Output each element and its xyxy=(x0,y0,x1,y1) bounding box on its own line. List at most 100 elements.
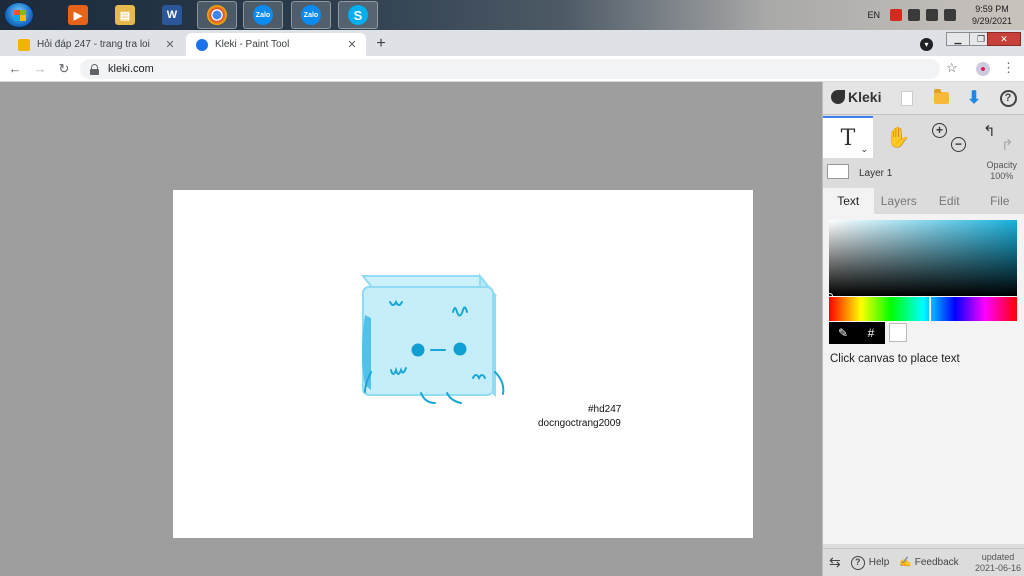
bookmark-star-icon[interactable]: ☆ xyxy=(946,60,958,76)
zoom-out-icon[interactable]: − xyxy=(951,137,966,152)
hoidap-favicon-icon xyxy=(18,38,30,51)
eyedropper-icon[interactable]: ✎ xyxy=(829,322,857,344)
updated-label: updated xyxy=(981,551,1015,562)
download-icon: ⬇ xyxy=(966,88,982,107)
taskbar-file-explorer[interactable]: ▤ xyxy=(105,1,145,29)
clock[interactable]: 9:59 PM 9/29/2021 xyxy=(972,3,1012,27)
footer-feedback-label: Feedback xyxy=(914,557,959,568)
canvas-workspace[interactable]: #hd247 docngoctrang2009 xyxy=(0,82,822,576)
current-layer-row[interactable]: Layer 1 Opacity 100% xyxy=(823,160,1024,186)
url-text: kleki.com xyxy=(108,63,154,75)
battery-icon[interactable] xyxy=(907,9,920,21)
footer-feedback-link[interactable]: ✍ Feedback xyxy=(899,557,958,568)
text-tab-body: ✎ # Click canvas to place text xyxy=(823,214,1024,544)
tab-title: Hỏi đáp 247 - trang tra loi xyxy=(37,39,150,50)
text-tool-icon: T xyxy=(840,125,856,151)
redo-icon[interactable]: ↱ xyxy=(1001,136,1014,154)
zalo-icon: Zalo xyxy=(253,5,273,25)
hand-icon: ✋ xyxy=(885,126,911,149)
extension-icon[interactable] xyxy=(976,62,990,76)
panel-footer: ⇆ ? Help ✍ Feedback updated 2021-06-16 xyxy=(823,548,1024,576)
taskbar-skype[interactable]: S xyxy=(338,1,378,29)
secondary-color-swatch[interactable] xyxy=(889,323,907,342)
history-controls: ↰ ↱ xyxy=(973,116,1023,158)
chrome-icon xyxy=(207,5,227,25)
zoom-controls: + − xyxy=(923,116,973,158)
zoom-in-icon[interactable]: + xyxy=(932,123,947,138)
layer-name: Layer 1 xyxy=(859,168,893,179)
new-tab-button[interactable]: + xyxy=(372,35,390,53)
close-tab-icon[interactable]: ✕ xyxy=(164,38,176,51)
taskbar-zalo[interactable]: Zalo xyxy=(243,1,283,29)
word-icon: W xyxy=(162,5,182,25)
saturation-value-picker[interactable] xyxy=(827,220,1017,299)
zalo-icon: Zalo xyxy=(301,5,321,25)
panel-header: Kleki ⬇ ? xyxy=(823,82,1024,115)
taskbar-zalo-2[interactable]: Zalo xyxy=(291,1,331,29)
text-tool-button[interactable]: T ⌄ xyxy=(823,116,873,158)
kleki-logo[interactable]: Kleki xyxy=(831,89,881,105)
new-document-icon xyxy=(901,90,913,106)
help-icon: ? xyxy=(999,89,1017,107)
text-tool-hint: Click canvas to place text xyxy=(830,353,960,365)
forward-arrow-icon[interactable]: → xyxy=(31,60,49,78)
windows-taskbar: ▶ ▤ W Zalo Zalo S EN 9:59 PM 9/29/2021 xyxy=(0,0,1024,30)
language-indicator[interactable]: EN xyxy=(867,10,880,20)
chevron-down-icon[interactable]: ⌄ xyxy=(860,144,868,155)
hue-slider-handle[interactable] xyxy=(929,297,931,321)
url-omnibox[interactable]: kleki.com xyxy=(80,59,940,79)
hand-tool-button[interactable]: ✋ xyxy=(873,116,923,158)
updated-date: 2021-06-16 xyxy=(974,562,1021,573)
hex-input-button[interactable]: # xyxy=(857,322,885,344)
start-button[interactable] xyxy=(4,2,34,28)
window-close-button[interactable]: ✕ xyxy=(987,32,1021,46)
help-icon: ? xyxy=(850,555,865,570)
feedback-icon: ✍ xyxy=(899,557,912,568)
windows-logo-icon xyxy=(14,10,26,21)
browser-tab-hoidap[interactable]: Hỏi đáp 247 - trang tra loi ✕ xyxy=(8,33,184,56)
layer-opacity: Opacity 100% xyxy=(986,160,1017,182)
antivirus-icon[interactable] xyxy=(889,9,902,21)
tool-row: T ⌄ ✋ + − ↰ ↱ xyxy=(823,116,1024,158)
browser-menu-icon[interactable]: ⋮ xyxy=(1002,60,1015,76)
footer-help-label: Help xyxy=(868,557,890,568)
footer-help-link[interactable]: ? Help xyxy=(850,555,890,570)
skype-icon: S xyxy=(348,5,368,25)
close-tab-icon[interactable]: ✕ xyxy=(346,38,358,51)
opacity-value: 100% xyxy=(990,171,1014,181)
hue-slider[interactable] xyxy=(829,297,1017,321)
canvas-text-line-2: docngoctrang2009 xyxy=(538,418,621,429)
browser-tab-kleki[interactable]: Kleki - Paint Tool ✕ xyxy=(186,33,366,56)
lock-icon xyxy=(90,64,99,75)
clock-date: 9/29/2021 xyxy=(971,16,1012,26)
taskbar-chrome[interactable] xyxy=(197,1,237,29)
undo-icon[interactable]: ↰ xyxy=(983,122,996,140)
help-button[interactable]: ? xyxy=(998,88,1018,108)
taskbar-word[interactable]: W xyxy=(152,1,192,29)
clock-time: 9:59 PM xyxy=(975,4,1009,14)
volume-icon[interactable] xyxy=(943,9,956,21)
kleki-logo-icon xyxy=(831,90,845,104)
tab-file[interactable]: File xyxy=(975,188,1024,214)
tab-edit[interactable]: Edit xyxy=(924,188,975,214)
updated-note[interactable]: updated 2021-06-16 xyxy=(975,552,1021,574)
tab-search-icon[interactable]: ▾ xyxy=(920,38,933,51)
tab-layers[interactable]: Layers xyxy=(874,188,925,214)
new-image-button[interactable] xyxy=(897,88,917,108)
folder-icon xyxy=(933,89,949,104)
taskbar-media-player[interactable]: ▶ xyxy=(58,1,98,29)
drawing-canvas[interactable]: #hd247 docngoctrang2009 xyxy=(173,190,753,538)
layer-thumbnail xyxy=(827,164,849,179)
address-bar-row: ← → ↻ kleki.com ☆ ⋮ xyxy=(0,56,1024,82)
open-image-button[interactable] xyxy=(931,88,951,108)
minimize-button[interactable]: ▁ xyxy=(946,32,970,46)
color-tools: ✎ # xyxy=(829,322,885,344)
swap-sides-icon[interactable]: ⇆ xyxy=(829,554,841,571)
back-arrow-icon[interactable]: ← xyxy=(6,60,24,78)
canvas-text-line-1: #hd247 xyxy=(588,404,622,415)
network-icon[interactable] xyxy=(925,9,938,21)
ice-cube-drawing xyxy=(360,273,505,404)
reload-icon[interactable]: ↻ xyxy=(55,60,73,78)
save-image-button[interactable]: ⬇ xyxy=(964,88,984,108)
tab-text[interactable]: Text xyxy=(823,188,874,214)
